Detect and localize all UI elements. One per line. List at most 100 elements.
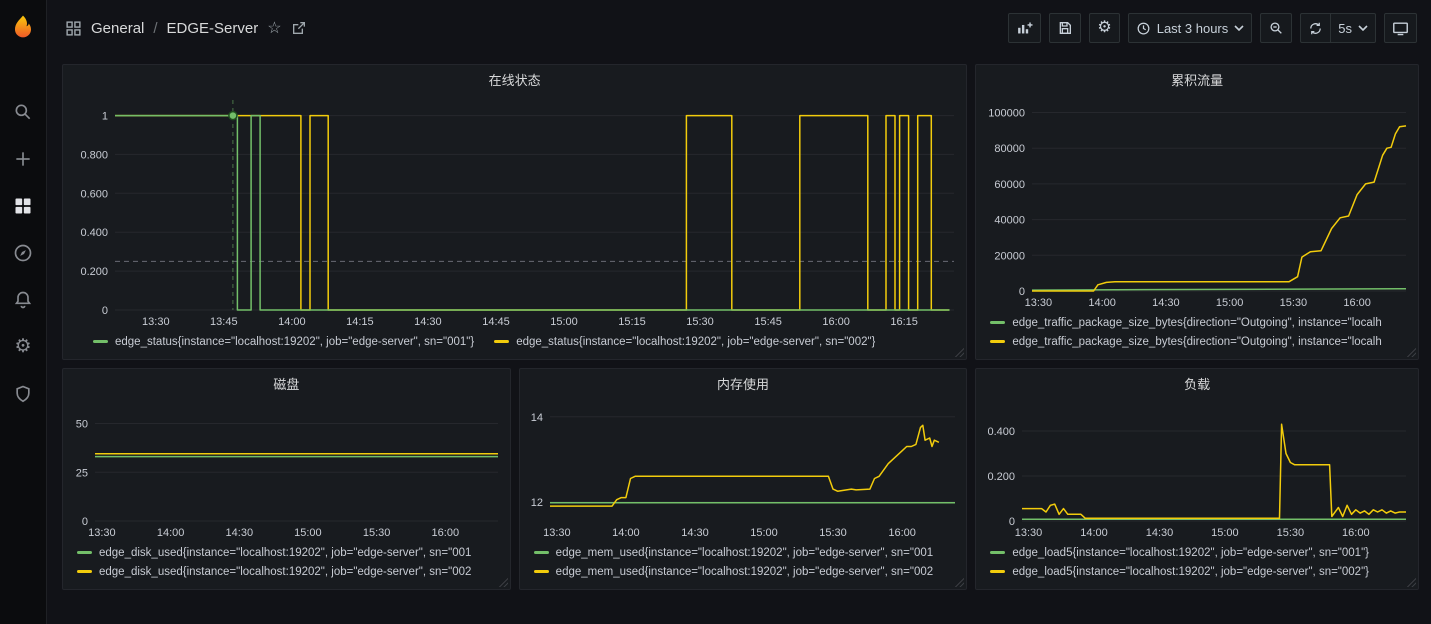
refresh-interval-dropdown[interactable]: 5s: [1331, 13, 1376, 43]
refresh-button[interactable]: [1300, 13, 1331, 43]
legend-item[interactable]: edge_load5{instance="localhost:19202", j…: [990, 562, 1408, 581]
legend-item[interactable]: edge_status{instance="localhost:19202", …: [494, 332, 875, 351]
time-series-chart[interactable]: 02000040000600008000010000013:3014:0014:…: [976, 93, 1418, 311]
add-panel-icon: [1016, 20, 1033, 37]
share-icon[interactable]: [291, 20, 307, 36]
dashboards-grid-icon: [13, 196, 33, 216]
sidebar-item-dashboards[interactable]: [0, 182, 46, 229]
grafana-logo[interactable]: [8, 12, 38, 42]
svg-text:0.200: 0.200: [988, 471, 1016, 483]
plus-icon: [13, 149, 33, 169]
sidebar-item-alerting[interactable]: [0, 276, 46, 323]
svg-text:14:45: 14:45: [482, 316, 510, 328]
svg-text:16:00: 16:00: [888, 527, 916, 539]
time-series-chart[interactable]: 0255013:3014:0014:3015:0015:3016:00: [63, 397, 510, 541]
dashboard-icon[interactable]: [65, 20, 82, 37]
legend-series-swatch: [990, 570, 1005, 573]
legend-item[interactable]: edge_disk_used{instance="localhost:19202…: [77, 562, 500, 581]
svg-text:15:00: 15:00: [550, 316, 578, 328]
save-icon: [1057, 20, 1073, 36]
svg-text:14:30: 14:30: [1146, 527, 1174, 539]
time-series-chart[interactable]: 00.2000.4000.6000.800113:3013:4514:0014:…: [63, 93, 966, 330]
legend-series-swatch: [990, 321, 1005, 324]
svg-text:15:30: 15:30: [1277, 527, 1305, 539]
clock-icon: [1136, 21, 1151, 36]
breadcrumb-dashboard-title[interactable]: EDGE-Server: [167, 20, 259, 37]
gear-icon: ⚙: [14, 337, 31, 356]
legend-series-label: edge_status{instance="localhost:19202", …: [115, 336, 474, 348]
svg-text:14:00: 14:00: [157, 527, 185, 539]
panel-title[interactable]: 在线状态: [63, 65, 966, 93]
svg-text:13:45: 13:45: [210, 316, 238, 328]
svg-text:100000: 100000: [989, 108, 1026, 120]
svg-text:15:30: 15:30: [363, 527, 391, 539]
svg-text:16:15: 16:15: [890, 316, 918, 328]
svg-text:14: 14: [530, 412, 542, 424]
legend-item[interactable]: edge_mem_used{instance="localhost:19202"…: [534, 543, 957, 562]
svg-text:25: 25: [76, 467, 88, 479]
panel-title[interactable]: 负载: [976, 369, 1418, 397]
dashboard-row-1: 在线状态 00.2000.4000.6000.800113:3013:4514:…: [62, 64, 1419, 360]
grafana-app: ⚙ General / EDGE-Server ☆: [0, 0, 1431, 624]
main-area: General / EDGE-Server ☆: [47, 0, 1431, 624]
legend-series-swatch: [990, 340, 1005, 343]
panel-title[interactable]: 累积流量: [976, 65, 1418, 93]
breadcrumb-separator: /: [153, 20, 157, 37]
sidebar-item-server-admin[interactable]: [0, 370, 46, 417]
sidebar-item-create[interactable]: [0, 135, 46, 182]
time-series-chart[interactable]: 121413:3014:0014:3015:0015:3016:00: [520, 397, 967, 541]
svg-text:13:30: 13:30: [88, 527, 116, 539]
svg-text:15:00: 15:00: [294, 527, 322, 539]
svg-text:14:00: 14:00: [612, 527, 640, 539]
legend-item[interactable]: edge_load5{instance="localhost:19202", j…: [990, 543, 1408, 562]
sidebar-nav: ⚙: [0, 88, 46, 417]
svg-text:16:00: 16:00: [1344, 297, 1372, 309]
svg-text:0.800: 0.800: [80, 149, 108, 161]
svg-text:0.400: 0.400: [988, 426, 1016, 438]
panel-title[interactable]: 内存使用: [520, 369, 967, 397]
sidebar-item-configuration[interactable]: ⚙: [0, 323, 46, 370]
svg-text:14:15: 14:15: [346, 316, 374, 328]
add-panel-button[interactable]: [1008, 13, 1041, 43]
legend-series-label: edge_disk_used{instance="localhost:19202…: [99, 566, 471, 578]
panel-online-status: 在线状态 00.2000.4000.6000.800113:3013:4514:…: [62, 64, 967, 360]
zoom-out-button[interactable]: [1260, 13, 1292, 43]
legend-series-swatch: [534, 570, 549, 573]
sidebar-item-search[interactable]: [0, 88, 46, 135]
svg-text:14:30: 14:30: [226, 527, 254, 539]
legend-series-swatch: [534, 551, 549, 554]
panel-disk: 磁盘 0255013:3014:0014:3015:0015:3016:00 e…: [62, 368, 511, 590]
svg-text:15:30: 15:30: [819, 527, 847, 539]
refresh-interval-label: 5s: [1338, 21, 1352, 36]
legend-series-label: edge_load5{instance="localhost:19202", j…: [1012, 547, 1369, 559]
svg-text:13:30: 13:30: [1025, 297, 1053, 309]
legend-item[interactable]: edge_traffic_package_size_bytes{directio…: [990, 332, 1408, 351]
svg-text:14:30: 14:30: [681, 527, 709, 539]
breadcrumb-folder[interactable]: General: [91, 20, 144, 37]
star-icon[interactable]: ☆: [267, 18, 281, 38]
legend-item[interactable]: edge_disk_used{instance="localhost:19202…: [77, 543, 500, 562]
top-navbar: General / EDGE-Server ☆: [47, 0, 1431, 56]
legend-series-label: edge_mem_used{instance="localhost:19202"…: [556, 547, 933, 559]
legend-item[interactable]: edge_mem_used{instance="localhost:19202"…: [534, 562, 957, 581]
time-range-label: Last 3 hours: [1157, 21, 1229, 36]
legend-item[interactable]: edge_traffic_package_size_bytes{directio…: [990, 313, 1408, 332]
save-dashboard-button[interactable]: [1049, 13, 1081, 43]
time-range-picker[interactable]: Last 3 hours: [1128, 13, 1253, 43]
dashboard-settings-button[interactable]: ⚙: [1089, 13, 1119, 43]
svg-text:15:00: 15:00: [1216, 297, 1244, 309]
cycle-view-button[interactable]: [1384, 13, 1417, 43]
shield-icon: [13, 384, 33, 404]
svg-text:0.200: 0.200: [80, 266, 108, 278]
legend-series-swatch: [77, 570, 92, 573]
time-series-chart[interactable]: 00.2000.40013:3014:0014:3015:0015:3016:0…: [976, 397, 1418, 541]
svg-text:50: 50: [76, 419, 88, 431]
svg-text:15:00: 15:00: [750, 527, 778, 539]
panel-legend: edge_traffic_package_size_bytes{directio…: [976, 311, 1418, 359]
legend-item[interactable]: edge_status{instance="localhost:19202", …: [93, 332, 474, 351]
sidebar: ⚙: [0, 0, 47, 624]
sidebar-item-explore[interactable]: [0, 229, 46, 276]
panel-cumulative-traffic: 累积流量 02000040000600008000010000013:3014:…: [975, 64, 1419, 360]
panel-title[interactable]: 磁盘: [63, 369, 510, 397]
svg-text:0: 0: [82, 516, 88, 528]
